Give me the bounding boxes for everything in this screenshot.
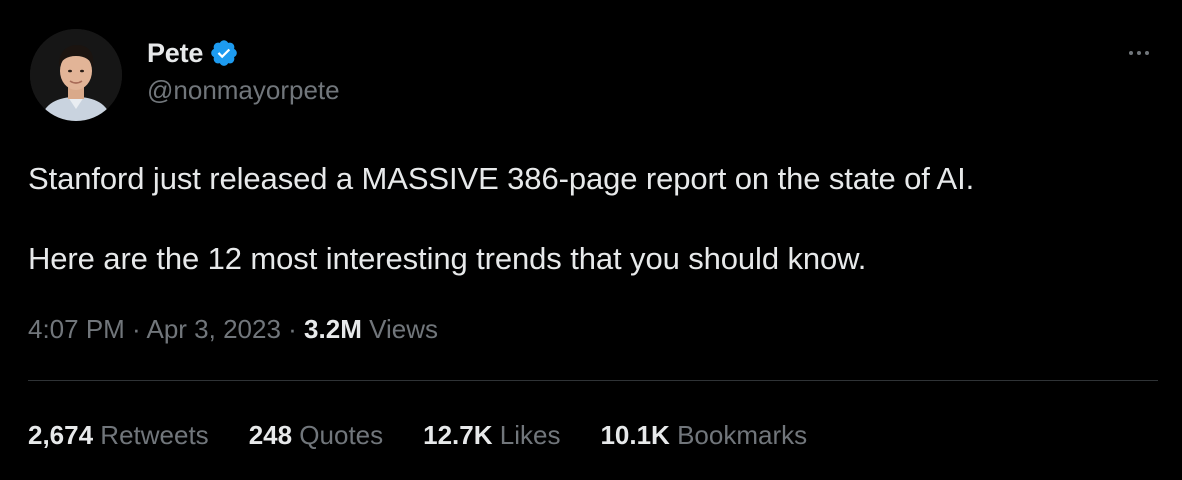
quotes-count: 248 [248,420,293,450]
bookmarks-count: 10.1K [600,420,670,450]
tweet-paragraph: Here are the 12 most interesting trends … [28,241,867,276]
retweets-count: 2,674 [28,420,94,450]
retweets-label: Retweets [93,420,209,450]
quotes-stat[interactable]: 248 Quotes [249,417,383,453]
verified-badge-icon[interactable] [209,38,239,68]
display-name[interactable]: Pete [147,38,203,69]
more-dot [1137,51,1141,55]
tweet-meta: 4:07 PM · Apr 3, 2023 · 3.2M Views [28,311,438,347]
more-horizontal-icon[interactable] [1122,36,1156,70]
meta-separator: · [124,314,147,344]
views-count: 3.2M [304,314,362,344]
quotes-label: Quotes [292,420,384,450]
tweet-text: Stanford just released a MASSIVE 386-pag… [28,159,1158,279]
likes-label: Likes [492,420,561,450]
name-row: Pete [147,36,340,70]
more-dot [1145,51,1149,55]
bookmarks-stat[interactable]: 10.1K Bookmarks [600,417,807,453]
avatar[interactable] [30,29,122,121]
tweet: Pete @nonmayorpete Stanford just release… [0,0,1182,480]
more-dot [1129,51,1133,55]
tweet-paragraph: Stanford just released a MASSIVE 386-pag… [28,161,975,196]
divider [28,380,1158,381]
retweets-stat[interactable]: 2,674 Retweets [28,417,209,453]
meta-separator: · [280,314,305,344]
engagement-stats: 2,674 Retweets 248 Quotes 12.7K Likes 10… [28,417,847,453]
likes-stat[interactable]: 12.7K Likes [423,417,560,453]
handle[interactable]: @nonmayorpete [147,75,340,106]
tweet-time[interactable]: 4:07 PM [28,314,125,344]
views-label: Views [361,314,438,344]
likes-count: 12.7K [423,420,493,450]
bookmarks-label: Bookmarks [669,420,808,450]
author-block: Pete @nonmayorpete [147,36,340,106]
tweet-date[interactable]: Apr 3, 2023 [147,314,281,344]
